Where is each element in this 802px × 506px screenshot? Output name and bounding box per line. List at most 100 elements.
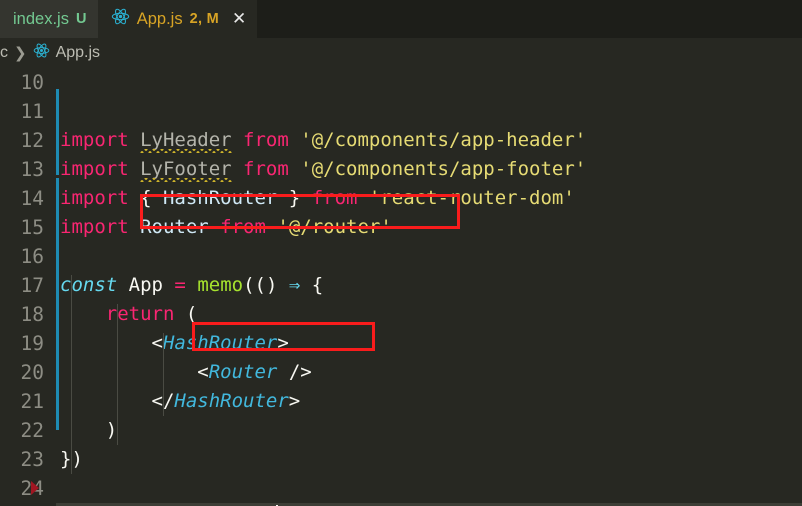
tab-label: index.js	[13, 9, 69, 28]
line-number: 17	[20, 274, 44, 297]
warning-squiggle-icon	[140, 178, 232, 182]
code-line[interactable]: 10	[0, 68, 802, 97]
code-token: >	[277, 332, 289, 354]
code-line[interactable]: 21 </HashRouter>	[0, 387, 802, 416]
editor-tab-bar: index.js U App.js 2, M ✕	[0, 0, 802, 38]
code-line[interactable]: 19 <HashRouter>	[0, 329, 802, 358]
tab-app-js[interactable]: App.js 2, M ✕	[97, 0, 258, 38]
tab-git-status-badge: U	[75, 11, 87, 27]
code-text: <Router />	[60, 358, 312, 387]
breadcrumb-folder[interactable]: c	[0, 44, 8, 62]
code-line[interactable]: 13 import LyFooter from '@/components/app…	[0, 155, 802, 184]
code-token: ⇒	[288, 274, 301, 296]
code-line[interactable]: 11	[0, 97, 802, 126]
line-number: 16	[20, 245, 44, 268]
unresolved-symbol: LyHeader	[140, 129, 232, 153]
code-token: <	[197, 361, 209, 383]
code-token: HashRouter	[174, 390, 289, 412]
chevron-right-icon: ❯	[14, 44, 27, 62]
line-number: 23	[20, 448, 44, 471]
line-number: 14	[20, 187, 44, 210]
code-text: import LyFooter from '@/components/app-f…	[60, 155, 586, 184]
code-token: HashRouter	[162, 187, 278, 209]
code-token: '@/router'	[265, 216, 392, 238]
code-text: import Router from '@/router'	[60, 213, 392, 242]
code-token: }	[277, 187, 312, 209]
code-line[interactable]: 23})	[0, 445, 802, 474]
code-line[interactable]: 15 import Router from '@/router'	[0, 213, 802, 242]
tab-git-status-badge: 2, M	[189, 11, 219, 27]
code-line[interactable]: 16	[0, 242, 802, 271]
react-file-icon	[33, 42, 50, 64]
code-text: const App = memo(() ⇒ {	[60, 271, 323, 300]
line-number: 10	[20, 71, 44, 94]
code-token: <	[151, 332, 163, 354]
code-token: import	[60, 216, 141, 238]
code-token: 'react-router-dom'	[357, 187, 575, 209]
line-number: 19	[20, 332, 44, 355]
code-text: import { HashRouter } from 'react-router…	[60, 184, 575, 213]
code-token: '@/components/app-header'	[288, 129, 587, 151]
vscode-window: index.js U App.js 2, M ✕ c ❯ App.js 10 1…	[0, 0, 802, 506]
code-token: import	[60, 129, 141, 151]
code-text: <HashRouter>	[60, 329, 289, 358]
code-text: </HashRouter>	[60, 387, 301, 416]
code-token: />	[288, 361, 312, 383]
code-token: (()	[243, 274, 289, 296]
code-token: import	[60, 187, 141, 209]
line-number: 22	[20, 419, 44, 442]
code-line[interactable]: 22 )	[0, 416, 802, 445]
code-token: from	[243, 129, 289, 151]
tab-index-js[interactable]: index.js U	[0, 0, 98, 38]
react-file-icon	[111, 7, 130, 31]
code-text: )	[60, 416, 117, 445]
unresolved-symbol: LyFooter	[140, 158, 232, 182]
indent-guide	[71, 275, 72, 474]
code-token: import	[60, 158, 141, 180]
line-number: 18	[20, 303, 44, 326]
code-token: '@/components/app-footer'	[288, 158, 587, 180]
code-token: >	[288, 390, 301, 412]
code-token: {	[300, 274, 324, 296]
line-number: 20	[20, 361, 44, 384]
indent-guide	[117, 304, 118, 445]
line-number: 13	[20, 158, 44, 181]
code-editor[interactable]: 10 11 12 import LyHeader from '@/components…	[0, 68, 802, 506]
code-token: )	[60, 419, 118, 441]
code-line[interactable]: 24	[0, 474, 802, 503]
tab-label: App.js	[136, 9, 183, 28]
warning-squiggle-icon	[140, 149, 232, 153]
code-token: from	[311, 187, 358, 209]
line-number: 21	[20, 390, 44, 413]
line-number: 11	[20, 100, 44, 123]
breadcrumb: c ❯ App.js	[0, 38, 802, 68]
code-line[interactable]: 12 import LyHeader from '@/components/app…	[0, 126, 802, 155]
code-token: from	[220, 216, 266, 238]
breadcrumb-file[interactable]: App.js	[56, 44, 100, 62]
code-token: const	[60, 274, 118, 296]
code-line[interactable]: 18 return (	[0, 300, 802, 329]
line-number: 12	[20, 129, 44, 152]
code-line[interactable]: 14 import { HashRouter } from 'react-rout…	[0, 184, 802, 213]
code-token: HashRouter	[162, 332, 278, 354]
code-token: (	[174, 303, 198, 325]
debug-breakpoint-arrow-icon[interactable]	[31, 481, 39, 495]
code-token: {	[140, 187, 163, 209]
code-line[interactable]: 20 <Router />	[0, 358, 802, 387]
code-token: memo	[197, 274, 244, 296]
indent-guide	[163, 333, 164, 416]
code-text: import LyHeader from '@/components/app-h…	[60, 126, 586, 155]
code-token: App	[117, 274, 175, 296]
code-token: Router	[208, 361, 289, 383]
code-line[interactable]: 17 const App = memo(() ⇒ {	[0, 271, 802, 300]
code-token: Router	[140, 216, 209, 238]
close-icon[interactable]: ✕	[232, 10, 246, 28]
